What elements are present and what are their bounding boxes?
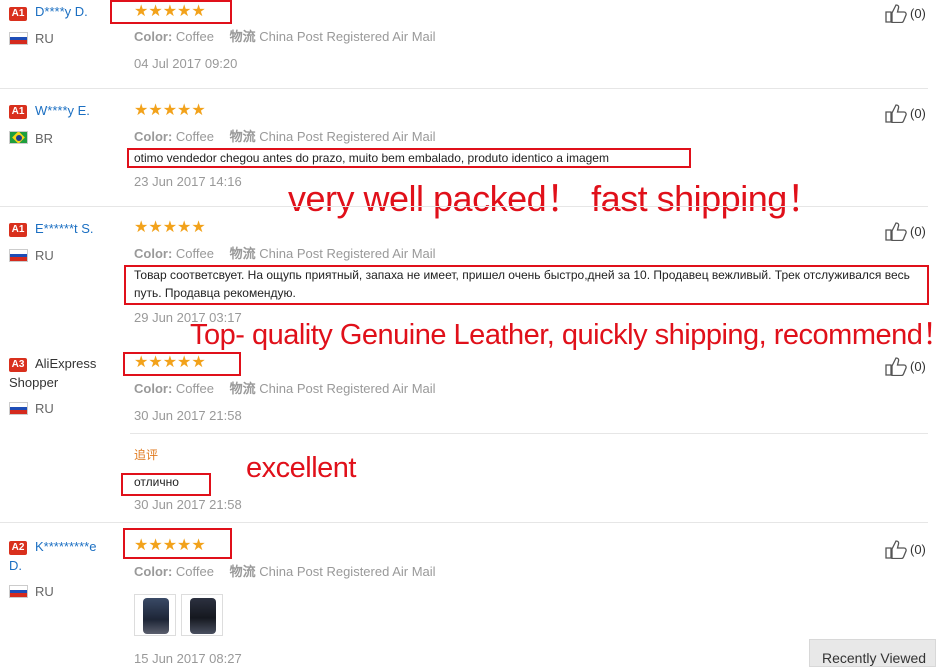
helpful-count: (0) [910, 6, 926, 21]
recently-viewed-tab[interactable]: Recently Viewed [809, 639, 936, 667]
highlight-box-feedback [127, 148, 691, 168]
review-photo-thumbnail[interactable] [134, 594, 176, 636]
thumbs-up-icon [885, 357, 907, 376]
buyer-level-badge: A3 [9, 358, 27, 372]
highlight-box-rating [123, 352, 241, 376]
review-photo-thumbnail[interactable] [181, 594, 223, 636]
review-attributes: Color: Coffee 物流 China Post Registered A… [134, 26, 436, 45]
helpful-button[interactable]: (0) [885, 3, 933, 23]
annotation-packed: very well packed！ fast shipping！ [288, 178, 823, 219]
highlight-box-feedback [124, 265, 929, 305]
logistics-label: 物流 [229, 564, 256, 579]
reviewer-country: RU [35, 248, 54, 263]
helpful-count: (0) [910, 106, 926, 121]
country-flag-icon [9, 249, 28, 262]
logistics-value: China Post Registered Air Mail [259, 246, 436, 261]
reviewer-name[interactable]: E******t S. [35, 221, 94, 236]
country-flag-icon [9, 585, 28, 598]
review-divider [0, 206, 928, 207]
color-value: Coffee [175, 29, 214, 44]
review-attributes: Color: Coffee 物流 China Post Registered A… [134, 561, 436, 580]
color-label: Color: [134, 564, 173, 579]
reviewer-country: BR [35, 131, 54, 146]
color-value: Coffee [175, 129, 214, 144]
logistics-label: 物流 [229, 29, 256, 44]
review-date: 30 Jun 2017 21:58 [134, 408, 242, 423]
followup-label: 追评 [134, 448, 159, 462]
thumbs-up-icon [885, 4, 907, 23]
reviewer-name[interactable]: K*********e [35, 539, 96, 554]
logistics-value: China Post Registered Air Mail [259, 564, 436, 579]
thumbs-up-icon [885, 540, 907, 559]
helpful-count: (0) [910, 359, 926, 374]
country-flag-icon [9, 32, 28, 45]
logistics-label: 物流 [229, 381, 256, 396]
buyer-level-badge: A1 [9, 105, 27, 119]
color-label: Color: [134, 381, 173, 396]
review-attributes: Color: Coffee 物流 China Post Registered A… [134, 126, 436, 145]
star-rating: ★★★★★ [134, 102, 206, 119]
star-rating: ★★★★★ [134, 219, 206, 236]
logistics-label: 物流 [229, 129, 256, 144]
country-flag-icon [9, 402, 28, 415]
highlight-box-rating [110, 0, 232, 24]
thumbs-up-icon [885, 222, 907, 241]
helpful-button[interactable]: (0) [885, 356, 933, 376]
reviewer-country: RU [35, 401, 54, 416]
reviewer-name[interactable]: D****y D. [35, 4, 88, 19]
annotation-leather: Top- quality Genuine Leather, quickly sh… [190, 319, 936, 351]
review-date: 04 Jul 2017 09:20 [134, 56, 238, 71]
reviewer-name[interactable]: AliExpress [35, 356, 96, 371]
thumbs-up-icon [885, 104, 907, 123]
color-label: Color: [134, 246, 173, 261]
highlight-box-followup [121, 473, 211, 496]
logistics-value: China Post Registered Air Mail [259, 381, 436, 396]
color-value: Coffee [175, 381, 214, 396]
color-label: Color: [134, 29, 173, 44]
reviewer-country: RU [35, 31, 54, 46]
reviewer-name-line2[interactable]: Shopper [9, 375, 58, 390]
color-value: Coffee [175, 246, 214, 261]
reviewer-name[interactable]: W****y E. [35, 103, 90, 118]
annotation-excellent: excellent [246, 452, 356, 484]
helpful-button[interactable]: (0) [885, 221, 933, 241]
reviewer-country: RU [35, 584, 54, 599]
logistics-value: China Post Registered Air Mail [259, 129, 436, 144]
highlight-box-rating [123, 528, 232, 559]
review-date: 15 Jun 2017 08:27 [134, 651, 242, 666]
color-label: Color: [134, 129, 173, 144]
buyer-level-badge: A2 [9, 541, 27, 555]
review-date: 23 Jun 2017 14:16 [134, 174, 242, 189]
review-divider [0, 522, 928, 523]
review-attributes: Color: Coffee 物流 China Post Registered A… [134, 378, 436, 397]
buyer-level-badge: A1 [9, 7, 27, 21]
country-flag-icon [9, 131, 28, 144]
logistics-value: China Post Registered Air Mail [259, 29, 436, 44]
helpful-count: (0) [910, 542, 926, 557]
followup-divider [130, 433, 928, 434]
helpful-button[interactable]: (0) [885, 539, 933, 559]
logistics-label: 物流 [229, 246, 256, 261]
review-divider [0, 88, 928, 89]
review-attributes: Color: Coffee 物流 China Post Registered A… [134, 243, 436, 262]
helpful-button[interactable]: (0) [885, 103, 933, 123]
followup-date: 30 Jun 2017 21:58 [134, 497, 242, 512]
color-value: Coffee [175, 564, 214, 579]
buyer-level-badge: A1 [9, 223, 27, 237]
helpful-count: (0) [910, 224, 926, 239]
reviewer-name-line2[interactable]: D. [9, 558, 22, 573]
